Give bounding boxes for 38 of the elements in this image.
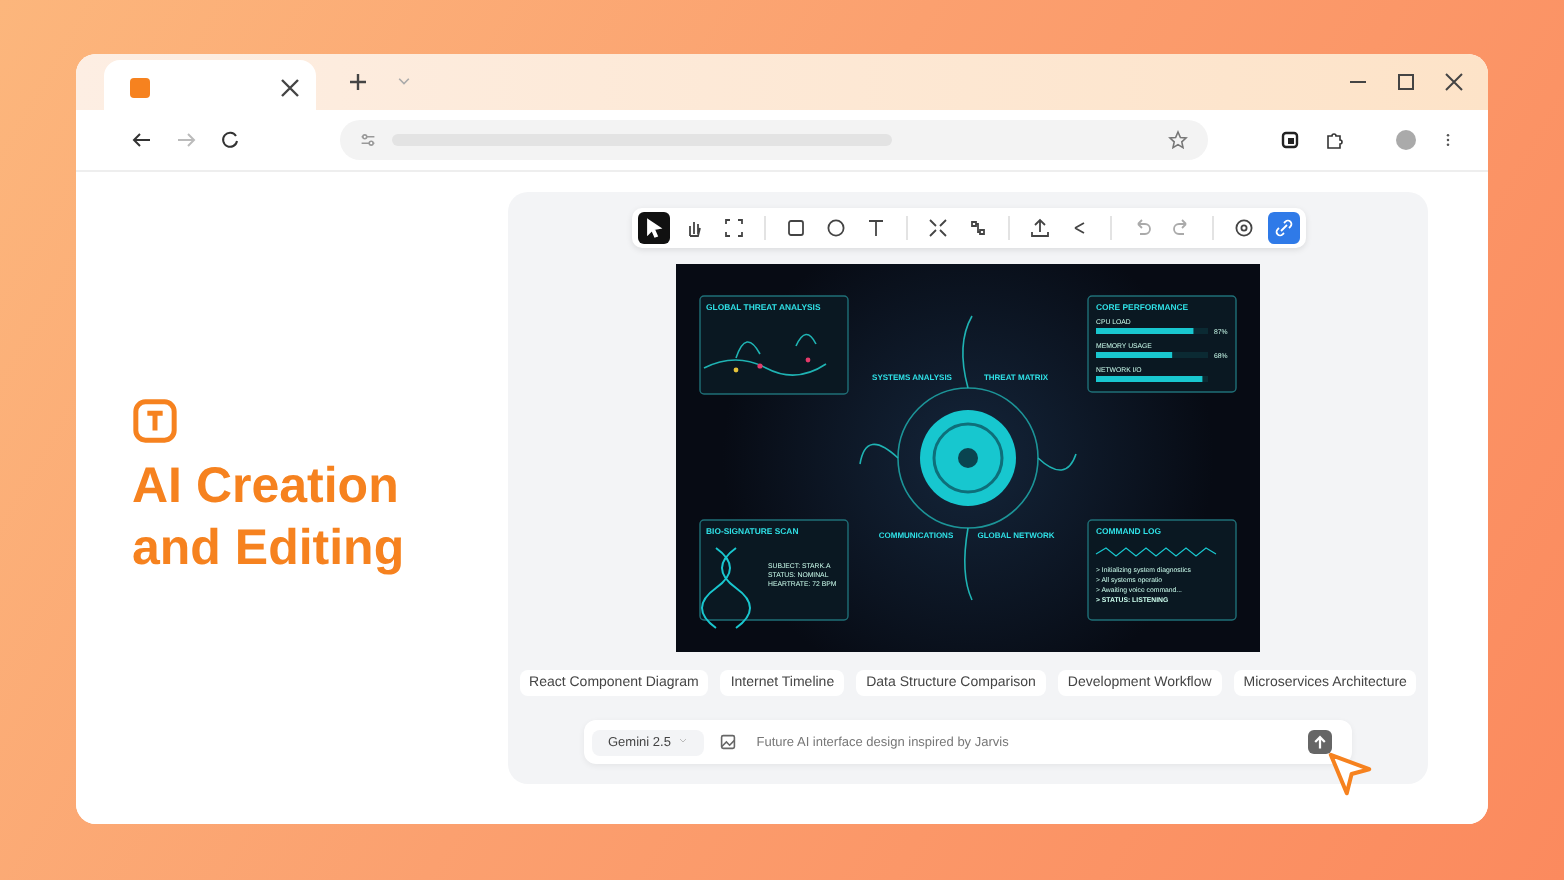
upload-icon (1029, 218, 1049, 238)
connect-icon (967, 218, 987, 238)
link-tool-button[interactable] (1267, 212, 1299, 244)
core-reactor-drawing (920, 410, 1016, 506)
favicon-icon (130, 78, 150, 98)
close-icon[interactable] (1444, 72, 1464, 92)
arc-line (859, 443, 899, 465)
back-arrow-icon[interactable] (132, 130, 152, 150)
undo-icon (1131, 218, 1151, 238)
text-icon (865, 218, 885, 238)
maximize-icon[interactable] (1396, 72, 1416, 92)
circle-icon (825, 218, 845, 238)
logo-icon (132, 397, 178, 443)
arc-line (964, 527, 973, 601)
shrink-icon (927, 218, 947, 238)
extension-icon[interactable] (1280, 130, 1300, 150)
close-icon[interactable] (280, 78, 300, 98)
pointer-icon (643, 218, 663, 238)
frame-icon (723, 218, 743, 238)
redo-icon (1171, 218, 1191, 238)
star-icon[interactable] (1168, 130, 1188, 150)
plus-icon[interactable] (348, 72, 368, 92)
reload-icon[interactable] (220, 130, 240, 150)
rect-icon (785, 218, 805, 238)
wave-graph-drawing (703, 333, 827, 376)
settings-icon (1233, 218, 1253, 238)
image-icon[interactable] (720, 734, 737, 750)
signal-line-icon (1095, 547, 1217, 557)
hero-title: AI Creation and Editing (132, 455, 407, 579)
send-button[interactable] (1308, 730, 1332, 754)
arc-line (1037, 453, 1077, 471)
arc-line (962, 315, 973, 389)
link-icon (1273, 218, 1293, 238)
pointer-tool-button[interactable] (637, 212, 669, 244)
hand-icon (683, 218, 703, 238)
dna-icon (701, 547, 751, 629)
sliders-icon[interactable] (360, 132, 376, 148)
puzzle-icon[interactable] (1324, 130, 1344, 150)
